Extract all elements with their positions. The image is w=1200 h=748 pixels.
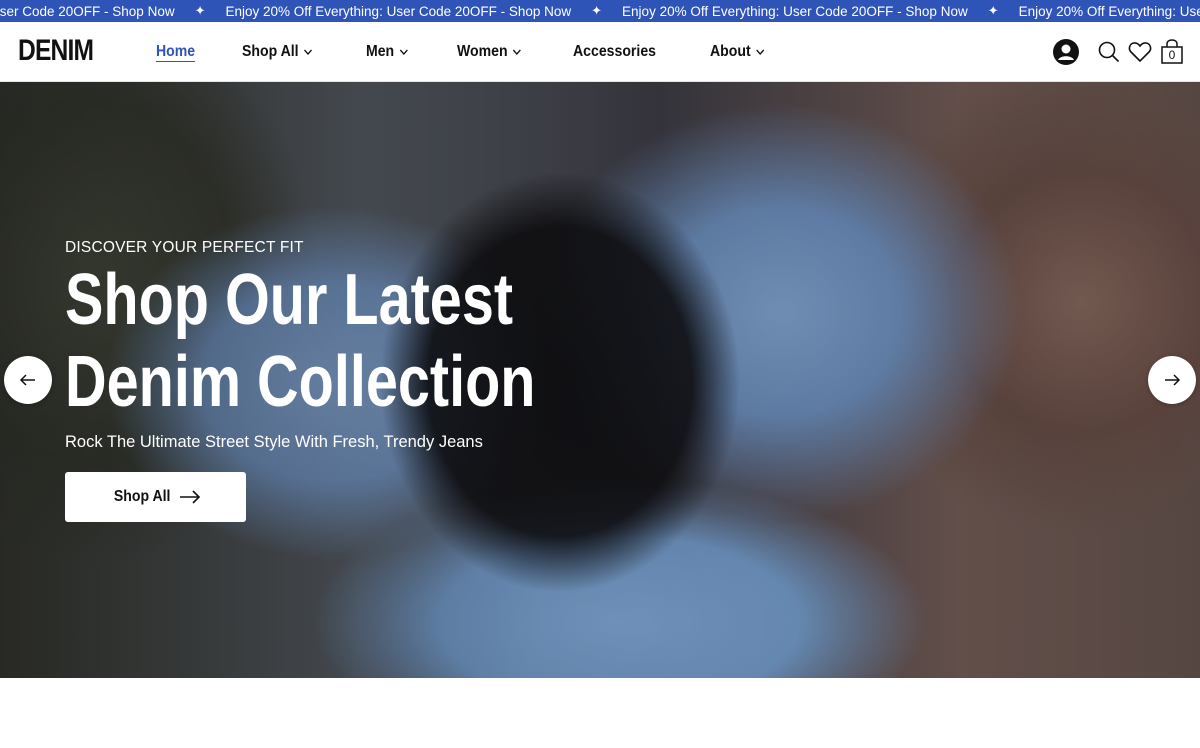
arrow-right-icon	[1165, 374, 1180, 386]
header-icons: 0	[1040, 22, 1184, 81]
nav-item-label: Shop All	[242, 42, 300, 60]
logo[interactable]: DENIM	[18, 34, 94, 68]
cart-bag-icon[interactable]: 0	[1160, 38, 1184, 65]
announcement-track: User Code 20OFF - Shop Now ✦ Enjoy 20% O…	[0, 0, 1200, 22]
announcement-bar: User Code 20OFF - Shop Now ✦ Enjoy 20% O…	[0, 0, 1200, 22]
sparkle-icon: ✦	[591, 3, 603, 18]
sparkle-icon: ✦	[194, 3, 206, 18]
announcement-text[interactable]: Enjoy 20% Off Everything: User Code 20OF…	[1019, 4, 1200, 19]
nav-item-label: Home	[156, 42, 196, 60]
hero-headline-line: Denim Collection	[65, 342, 536, 422]
sparkle-icon: ✦	[987, 3, 999, 18]
arrow-right-icon	[179, 490, 200, 504]
chevron-down-icon	[513, 48, 522, 55]
nav-item-label: Men	[365, 42, 394, 60]
nav-item-men[interactable]: Men	[366, 43, 409, 61]
wishlist-heart-icon[interactable]	[1128, 41, 1152, 63]
slider-next-button[interactable]	[1148, 356, 1196, 404]
nav-item-about[interactable]: About	[710, 43, 766, 61]
nav-item-label: Accessories	[573, 42, 657, 60]
nav-item-accessories[interactable]: Accessories	[573, 43, 656, 61]
shop-all-button[interactable]: Shop All	[65, 472, 246, 522]
nav-item-home[interactable]: Home	[156, 43, 195, 61]
announcement-text[interactable]: Enjoy 20% Off Everything: User Code 20OF…	[622, 4, 968, 19]
nav-item-label: About	[709, 42, 751, 60]
nav-item-label: Women	[456, 42, 508, 60]
announcement-text[interactable]: Enjoy 20% Off Everything: User Code 20OF…	[225, 4, 571, 19]
hero-subline: Rock The Ultimate Street Style With Fres…	[65, 433, 483, 451]
site-header: DENIM Home Shop All Men Women Accessorie…	[0, 22, 1200, 82]
hero-banner: DISCOVER YOUR PERFECT FIT Shop Our Lates…	[0, 82, 1200, 678]
search-icon[interactable]	[1098, 41, 1120, 63]
shop-all-button-label: Shop All	[114, 488, 171, 505]
hero-content: DISCOVER YOUR PERFECT FIT Shop Our Lates…	[65, 239, 665, 522]
chevron-down-icon	[399, 48, 408, 55]
announcement-text[interactable]: User Code 20OFF - Shop Now	[0, 4, 175, 19]
chevron-down-icon	[304, 48, 313, 55]
arrow-left-icon	[20, 374, 35, 386]
cart-count: 0	[1168, 47, 1176, 62]
hero-headline: Shop Our Latest Denim Collection	[65, 259, 545, 423]
hero-eyebrow: DISCOVER YOUR PERFECT FIT	[65, 239, 304, 256]
nav-item-shop-all[interactable]: Shop All	[242, 43, 314, 61]
chevron-down-icon	[755, 48, 764, 55]
account-icon[interactable]	[1052, 38, 1080, 66]
hero-headline-line: Shop Our Latest	[65, 260, 514, 340]
slider-prev-button[interactable]	[4, 356, 52, 404]
main-nav: Home Shop All Men Women Accessories Abou…	[156, 22, 815, 81]
nav-item-women[interactable]: Women	[457, 43, 523, 61]
